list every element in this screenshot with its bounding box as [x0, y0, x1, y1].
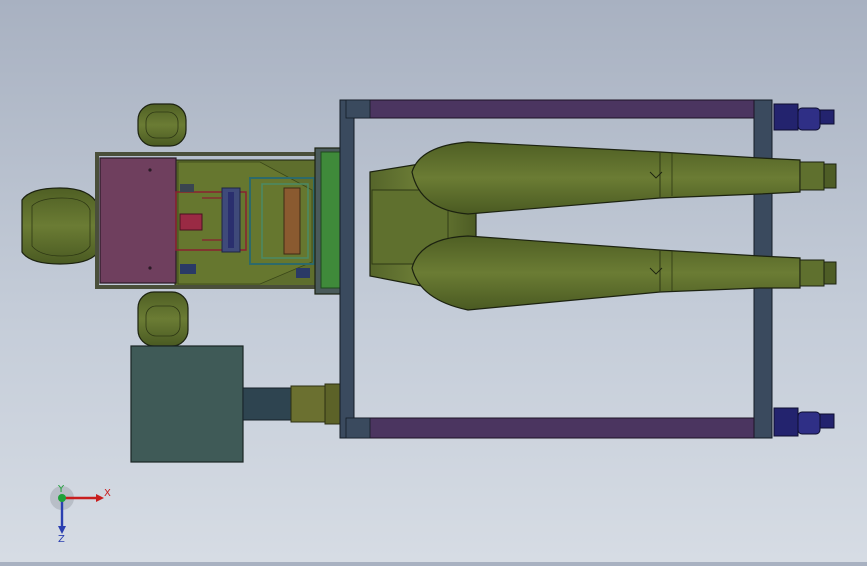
z-axis-label: Z	[58, 534, 65, 544]
caster-bottom	[773, 407, 835, 437]
wheel-bottom	[137, 291, 189, 347]
coordinate-triad: X Y Z	[50, 484, 111, 544]
caster-top	[773, 103, 835, 131]
x-axis-label: X	[104, 488, 111, 499]
control-panel	[99, 157, 177, 284]
y-axis-dot	[58, 494, 66, 502]
motor-block	[130, 345, 244, 463]
wheel-top	[137, 103, 187, 147]
cad-viewport[interactable]: X Y Z	[0, 0, 867, 562]
operator-seat	[21, 187, 99, 265]
drive-shaft-pipe	[242, 383, 342, 425]
y-axis-label: Y	[57, 484, 65, 495]
bulkhead-plate	[314, 147, 342, 295]
machine-top-view	[21, 99, 837, 463]
